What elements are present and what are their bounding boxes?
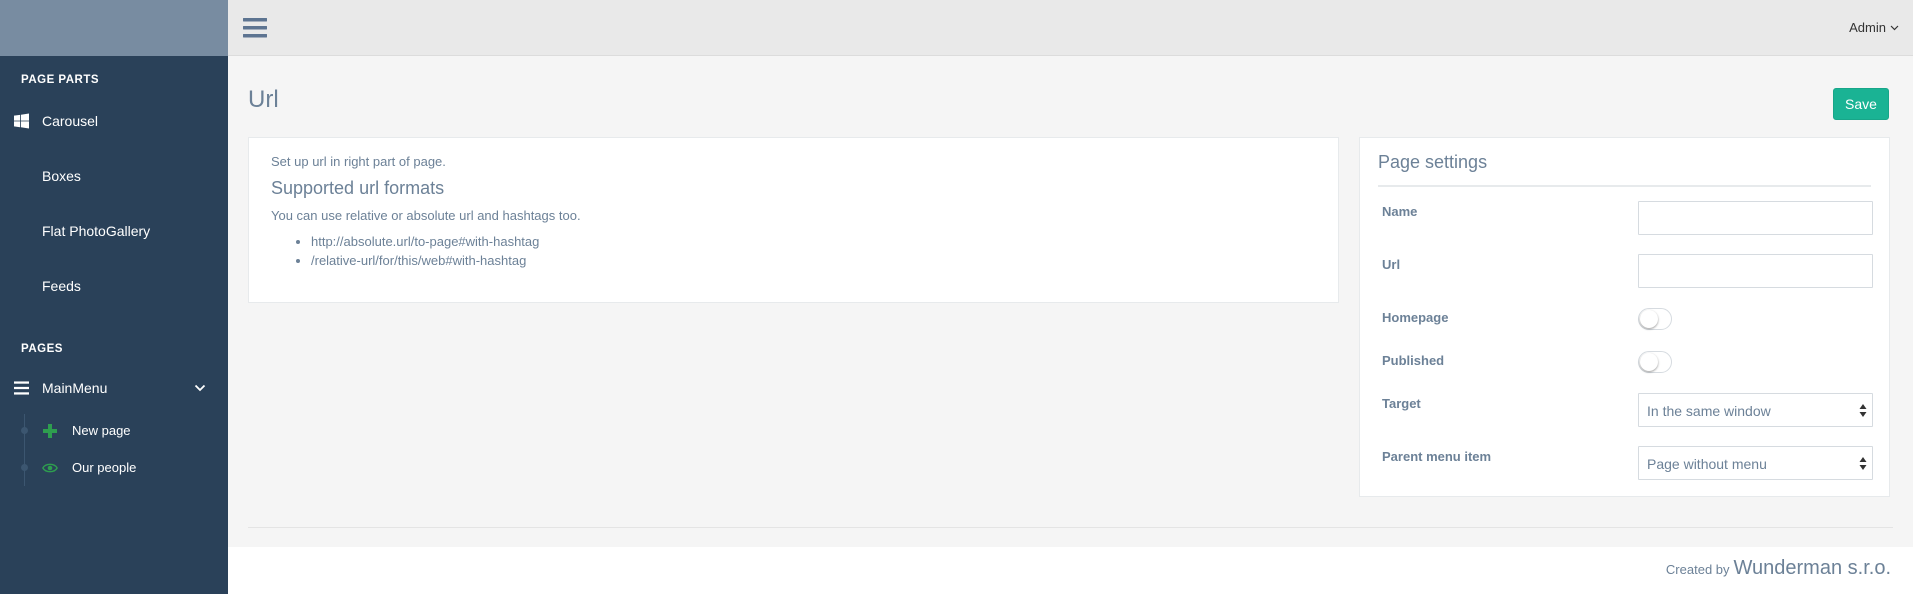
target-label: Target: [1382, 396, 1421, 411]
hamburger-menu-icon[interactable]: [243, 17, 267, 39]
chevron-down-icon[interactable]: [194, 384, 206, 392]
sidebar-item-label: Feeds: [42, 277, 81, 294]
homepage-label: Homepage: [1382, 310, 1449, 325]
sidebar-subitem-new-page[interactable]: New page: [0, 412, 228, 449]
sidebar-item-feeds[interactable]: Feeds: [0, 258, 228, 313]
published-label: Published: [1382, 353, 1445, 368]
sidebar-subitem-our-people[interactable]: Our people: [0, 449, 228, 486]
plus-icon: [43, 423, 57, 438]
info-intro-text: Set up url in right part of page.: [271, 154, 446, 169]
toggle-knob: [1640, 310, 1658, 328]
footer-company: Wunderman s.r.o.: [1733, 557, 1891, 579]
sidebar-subitem-label: New page: [72, 423, 131, 438]
footer: Created by Wunderman s.r.o.: [228, 547, 1913, 594]
sidebar-item-carousel[interactable]: Carousel: [0, 93, 228, 148]
url-label: Url: [1382, 257, 1401, 272]
sidebar-item-label: Flat PhotoGallery: [42, 222, 151, 239]
user-menu[interactable]: Admin: [1849, 20, 1899, 35]
info-heading: Supported url formats: [271, 178, 445, 198]
bars-icon: [14, 380, 29, 395]
url-input[interactable]: [1638, 254, 1873, 288]
parent-menu-select[interactable]: Page without menu: [1638, 446, 1873, 480]
parent-selected-value: Page without menu: [1647, 456, 1767, 472]
sidebar-subitem-label: Our people: [72, 460, 137, 475]
select-arrows-icon: [1859, 404, 1867, 417]
sidebar-logo-area: [0, 0, 228, 56]
sidebar-item-label: Boxes: [42, 167, 81, 184]
eye-icon: [42, 463, 58, 472]
select-arrows-icon: [1859, 457, 1867, 470]
name-label: Name: [1382, 204, 1418, 219]
page-settings-panel: Page settings Name Url Homepage Publishe…: [1359, 137, 1890, 497]
target-selected-value: In the same window: [1647, 403, 1771, 419]
sidebar-item-mainmenu[interactable]: MainMenu: [0, 360, 228, 415]
section-page-parts-heading: PAGE PARTS: [21, 74, 100, 86]
page-title: Url: [248, 86, 279, 113]
save-button[interactable]: Save: [1833, 88, 1889, 120]
sidebar-item-flat-photogallery[interactable]: Flat PhotoGallery: [0, 203, 228, 258]
published-toggle[interactable]: [1638, 351, 1672, 373]
parent-menu-label: Parent menu item: [1382, 449, 1492, 464]
toggle-knob: [1640, 353, 1658, 371]
list-item: /relative-url/for/this/web#with-hashtag: [311, 253, 1316, 268]
list-item: http://absolute.url/to-page#with-hashtag: [311, 234, 1316, 249]
target-select[interactable]: In the same window: [1638, 393, 1873, 427]
top-navbar: Admin: [228, 0, 1913, 56]
sidebar-item-label: Carousel: [42, 112, 99, 129]
section-pages-heading: PAGES: [21, 343, 63, 355]
user-name: Admin: [1849, 20, 1886, 35]
info-description: You can use relative or absolute url and…: [271, 208, 581, 223]
settings-title: Page settings: [1378, 152, 1871, 187]
sidebar: PAGE PARTS Carousel Boxes Flat PhotoGall…: [0, 0, 228, 594]
chevron-down-icon: [1890, 25, 1899, 30]
sidebar-item-boxes[interactable]: Boxes: [0, 148, 228, 203]
windows-icon: [14, 113, 29, 128]
url-examples-list: http://absolute.url/to-page#with-hashtag…: [271, 234, 1316, 268]
homepage-toggle[interactable]: [1638, 308, 1672, 330]
name-input[interactable]: [1638, 201, 1873, 235]
footer-created-by: Created by: [1665, 562, 1730, 577]
footer-divider: [248, 527, 1893, 528]
footer-credit: Created by Wunderman s.r.o.: [1666, 557, 1891, 580]
sidebar-item-label: MainMenu: [42, 379, 108, 396]
info-panel: Set up url in right part of page. Suppor…: [248, 137, 1339, 303]
